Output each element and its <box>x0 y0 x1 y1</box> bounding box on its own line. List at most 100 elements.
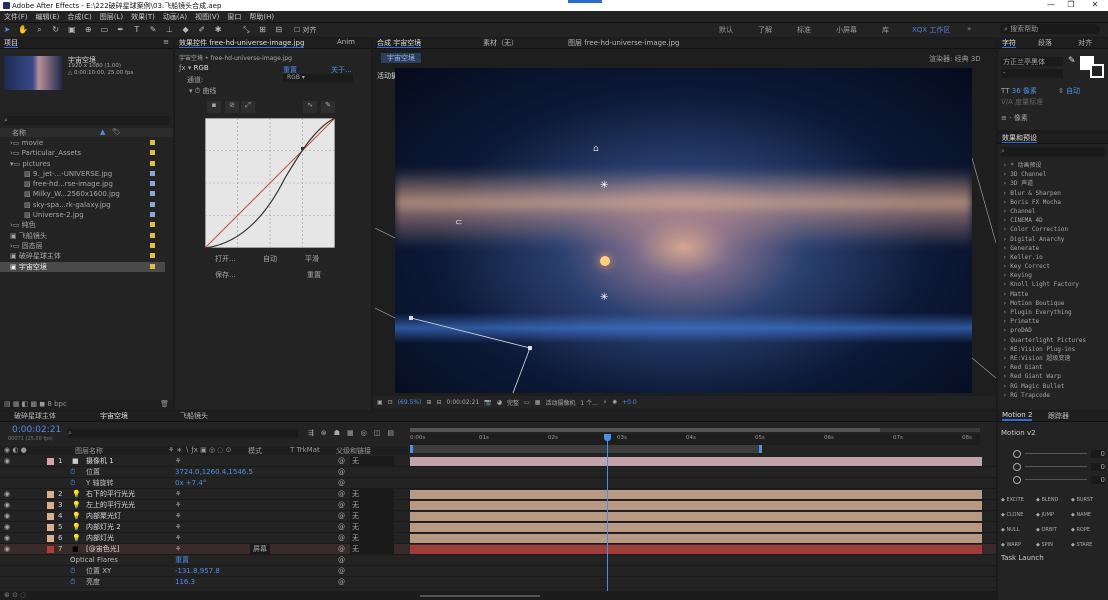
table-row[interactable]: ◉ 1 ■ 摄像机 1 ⚘ @ 无 <box>0 456 996 467</box>
camera-tool-icon[interactable]: ▣ <box>67 25 77 35</box>
label-color-swatch[interactable] <box>47 546 54 553</box>
local-axis-icon[interactable]: ⤡ <box>241 25 251 35</box>
slider-knob[interactable] <box>1013 462 1021 471</box>
effect-category[interactable]: › Plugin Everything <box>1000 308 1106 317</box>
effect-category[interactable]: › Digital Anarchy <box>1000 235 1106 244</box>
selection-tool-icon[interactable]: ➤ <box>2 25 12 35</box>
project-search-input[interactable]: ⌕ <box>4 116 169 125</box>
parent-dropdown[interactable]: 无 <box>350 489 394 499</box>
pickwhip-icon[interactable]: @ <box>338 467 345 477</box>
parent-dropdown[interactable]: 无 <box>350 544 394 554</box>
brush-tool-icon[interactable]: ✎ <box>148 25 158 35</box>
effect-category[interactable]: › RE:Vision 超级变速 <box>1000 354 1106 363</box>
renderer-value[interactable]: 经典 3D <box>955 55 981 63</box>
effect-category[interactable]: › Quarterlight Pictures <box>1000 336 1106 345</box>
parent-dropdown[interactable]: 无 <box>350 533 394 543</box>
project-item[interactable]: ▾▭ pictures <box>0 159 165 169</box>
parent-dropdown[interactable]: 无 <box>350 511 394 521</box>
stopwatch-icon[interactable]: ⏱ <box>70 577 75 587</box>
effect-category[interactable]: › Channel <box>1000 207 1106 216</box>
property-row[interactable]: ⏱ 亮度 116.3 @ <box>0 577 996 588</box>
curve-expand-icon[interactable]: ⤢ <box>241 101 255 113</box>
project-item[interactable]: ›▭ 固态层 <box>0 241 165 251</box>
shy-switch-icon[interactable]: ⚘ <box>175 533 181 543</box>
stopwatch-icon[interactable]: ⏱ <box>70 478 75 488</box>
property-value[interactable]: 3724.0,1260.4,1546.5 <box>175 467 253 477</box>
parent-dropdown[interactable]: 无 <box>350 522 394 532</box>
graph-editor-icon[interactable]: ◫ <box>374 429 381 437</box>
project-column-header[interactable]: 名称 ▲ 🏷 <box>0 128 173 137</box>
layer-tab[interactable]: 图层 free-hd-universe-image.jpg <box>568 38 679 48</box>
menu-layer[interactable]: 图层(L) <box>100 12 123 22</box>
timeline-tab-2[interactable]: 飞船镜头 <box>180 411 208 421</box>
curve-bezier-icon[interactable]: ∿ <box>303 101 317 113</box>
shy-switch-icon[interactable]: ⚘ <box>175 544 181 554</box>
slider-knob[interactable] <box>1013 449 1021 458</box>
project-tab[interactable]: 项目 <box>4 39 18 48</box>
workspace-default[interactable]: 默认 <box>719 25 733 35</box>
font-style-select[interactable]: - <box>1001 69 1063 78</box>
world-axis-icon[interactable]: ⊞ <box>258 25 268 35</box>
toggle-switches-icon[interactable]: ⊛ ⊙ ◌ <box>4 591 26 599</box>
label-color-swatch[interactable] <box>150 263 155 269</box>
eyedropper-icon[interactable]: ✎ <box>1068 56 1076 66</box>
bpc-label[interactable]: 8 bpc <box>47 400 66 408</box>
shy-switch-icon[interactable]: ⚘ <box>175 489 181 499</box>
property-row[interactable]: ⏱ 位置 3724.0,1260.4,1546.5 @ <box>0 467 996 478</box>
property-value[interactable]: -131.8,957.8 <box>175 566 220 576</box>
menu-effect[interactable]: 效果(T) <box>131 12 155 22</box>
label-color-swatch[interactable] <box>150 222 155 228</box>
work-area-range[interactable] <box>410 445 762 453</box>
stopwatch-icon[interactable]: ⏱ <box>70 467 75 477</box>
zoom-dropdown[interactable]: (69.5%) <box>398 399 422 406</box>
menu-file[interactable]: 文件(F) <box>4 12 28 22</box>
exposure-value[interactable]: +0.0 <box>622 399 637 406</box>
zoom-slider[interactable] <box>420 595 540 597</box>
visibility-icon[interactable]: ◉ <box>4 522 10 532</box>
timecode-display[interactable]: 0:00:02:21 <box>447 399 480 406</box>
layer-duration-bar[interactable] <box>410 545 982 554</box>
draft-3d-icon[interactable]: ⊛ <box>321 429 327 437</box>
stopwatch-icon[interactable]: ⏱ <box>70 566 75 576</box>
close-button[interactable]: ✕ <box>1084 0 1106 11</box>
table-row[interactable]: ◉ 4 💡 内部聚光灯 ⚘ @ 无 <box>0 511 996 522</box>
menu-composition[interactable]: 合成(C) <box>67 12 91 22</box>
layer-name-column[interactable]: 图层名称 <box>75 446 103 456</box>
label-color-swatch[interactable] <box>150 150 155 156</box>
layer-name[interactable]: 左上的平行光光 <box>86 500 135 510</box>
motion-stare-button[interactable]: ◆ STARE <box>1071 542 1106 555</box>
visibility-icon[interactable]: ◉ <box>4 511 10 521</box>
time-ruler[interactable]: 0:00s 01s 02s 03s 04s 05s 06s 07s 08s <box>410 434 980 445</box>
pan-behind-tool-icon[interactable]: ⊕ <box>83 25 93 35</box>
layer-duration-bar[interactable] <box>410 501 982 510</box>
always-preview-icon[interactable]: ▣ <box>377 399 383 406</box>
property-value[interactable]: 116.3 <box>175 577 195 587</box>
character-tab[interactable]: 字符 <box>1002 39 1016 48</box>
kerning-label[interactable]: 度量标准 <box>1015 98 1043 106</box>
task-launch[interactable]: Task Launch <box>1001 554 1044 562</box>
layer-duration-bar[interactable] <box>410 490 982 499</box>
layer-name[interactable]: 内部灯光 2 <box>86 522 121 532</box>
label-color-swatch[interactable] <box>150 181 155 187</box>
curves-graph[interactable] <box>205 118 335 248</box>
table-row[interactable]: ◉ 7 ■ [@宙色光] ⚘ 屏幕 @ 无 <box>0 544 996 555</box>
pickwhip-icon[interactable]: @ <box>338 522 345 532</box>
label-color-swatch[interactable] <box>150 242 155 248</box>
visibility-icon[interactable]: ◉ <box>4 456 10 466</box>
pickwhip-icon[interactable]: @ <box>338 577 345 587</box>
label-color-swatch[interactable] <box>150 160 155 166</box>
effect-controls-tab[interactable]: 效果控件 free-hd-universe-image.jpg <box>179 39 305 48</box>
resolution-icon[interactable]: ⊞ <box>426 399 431 406</box>
parent-dropdown[interactable]: 无 <box>350 456 394 466</box>
slider-value[interactable]: 0 <box>1091 449 1105 458</box>
mode-dropdown[interactable]: 屏幕 <box>250 544 270 554</box>
curve-channel-icon[interactable]: ▪ <box>207 101 221 113</box>
composition-tab[interactable]: 合成 宇宙空境 <box>377 39 422 48</box>
transparency-icon[interactable]: ▦ <box>535 399 541 406</box>
effect-category[interactable]: › RG Magic Bullet <box>1000 382 1106 391</box>
layer-name[interactable]: 内部灯光 <box>86 533 114 543</box>
layer-name[interactable]: 摄像机 1 <box>86 456 114 466</box>
anim-tab[interactable]: Anim <box>337 38 355 46</box>
label-color-swatch[interactable] <box>150 232 155 238</box>
curve-save-button[interactable]: 保存... <box>215 270 236 280</box>
